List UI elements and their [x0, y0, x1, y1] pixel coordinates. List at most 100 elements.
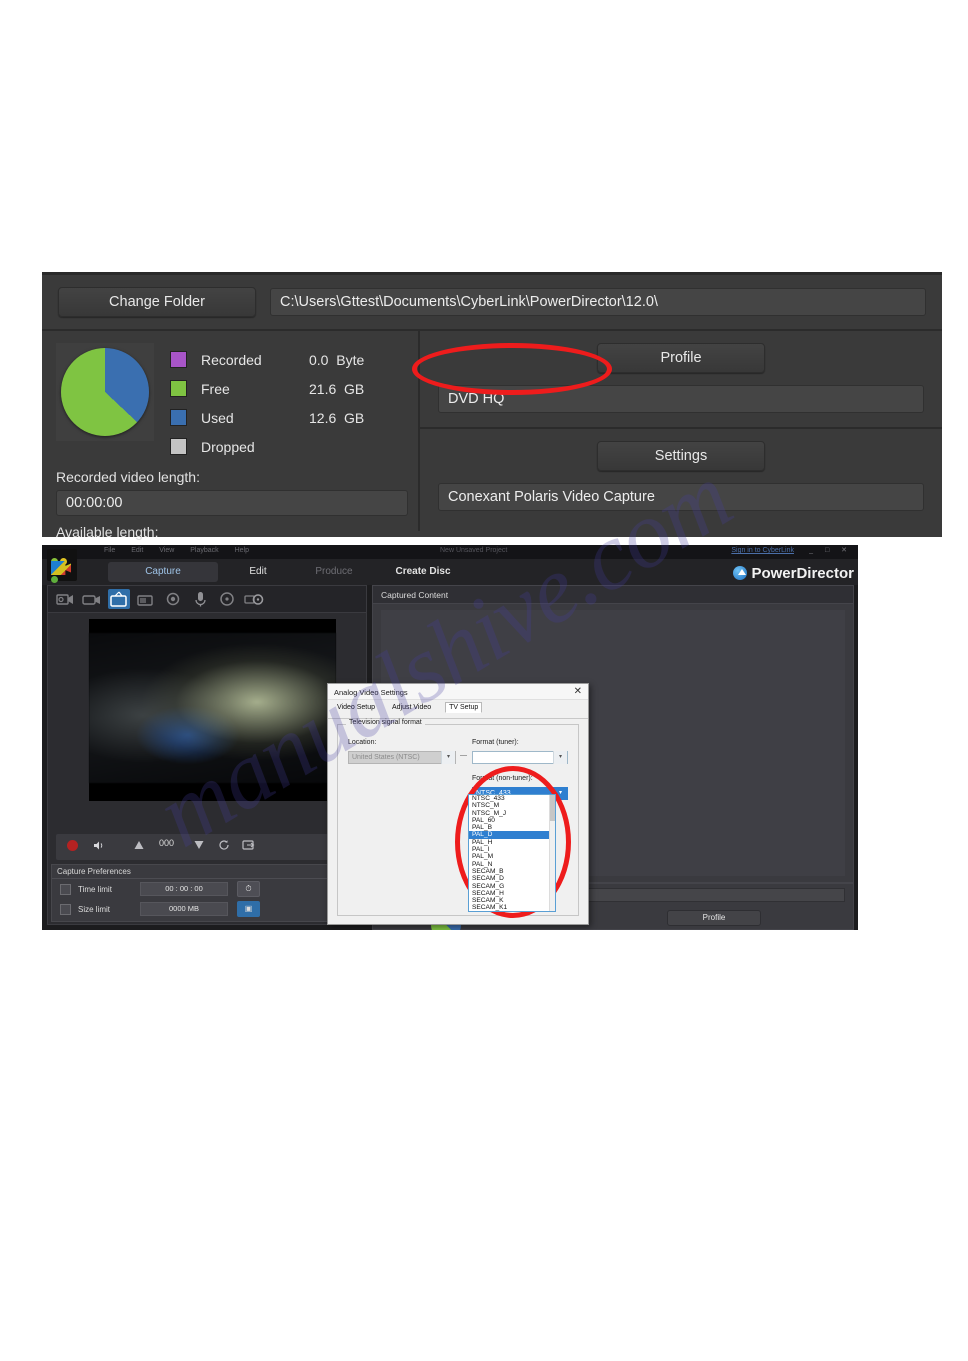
- profile-button[interactable]: Profile: [597, 343, 765, 373]
- location-combo: United States (NTSC) ▾: [348, 751, 456, 764]
- time-limit-label: Time limit: [78, 884, 112, 894]
- change-folder-button[interactable]: Change Folder: [58, 287, 256, 317]
- menu-bar[interactable]: File Edit View Playback Help: [104, 547, 263, 554]
- menu-file[interactable]: File: [104, 547, 115, 554]
- dropdown-option[interactable]: PAL_M: [469, 853, 555, 860]
- captured-content-title: Captured Content: [373, 586, 853, 604]
- legend-label-dropped: Dropped: [201, 438, 255, 455]
- brand-text: PowerDirector: [751, 565, 854, 582]
- eject-icon[interactable]: [242, 839, 256, 854]
- dropdown-option[interactable]: SECAM_G: [469, 883, 555, 890]
- dropdown-option[interactable]: NTSC_M_J: [469, 810, 555, 817]
- tab-tv-setup[interactable]: TV Setup: [445, 702, 483, 713]
- tab-adjust-video[interactable]: Adjust Video: [389, 703, 434, 712]
- storage-column: Recorded 0.0 Byte Free 21.6 GB Used 12.6…: [42, 331, 420, 540]
- capture-device-value[interactable]: Conexant Polaris Video Capture: [438, 483, 924, 511]
- dropdown-scroll-thumb[interactable]: [550, 795, 555, 821]
- dropdown-option[interactable]: SECAM_K1: [469, 904, 555, 911]
- main-nav-bar: Capture Edit Produce Create Disc PowerDi…: [42, 549, 858, 585]
- pref-row-time-limit: Time limit 00 : 00 : 00 ⏱: [52, 879, 364, 899]
- capture-preferences-title: Capture Preferences: [52, 865, 364, 879]
- dropdown-option[interactable]: PAL_H: [469, 839, 555, 846]
- recorded-length-value: 00:00:00: [56, 490, 408, 516]
- legend-value-used: 12.6 GB: [309, 409, 365, 426]
- dialog-title: Analog Video Settings ✕: [328, 684, 588, 700]
- dropdown-option[interactable]: PAL_N: [469, 861, 555, 868]
- down-triangle-icon[interactable]: [193, 839, 205, 854]
- menu-edit[interactable]: Edit: [131, 547, 143, 554]
- tab-create-disc[interactable]: Create Disc: [378, 562, 468, 582]
- window-controls[interactable]: _ □ ✕: [809, 546, 852, 554]
- dropdown-scrollbar[interactable]: [549, 795, 555, 911]
- dropdown-option-selected[interactable]: PAL_D: [469, 831, 555, 839]
- dv-camcorder-icon[interactable]: [54, 589, 76, 609]
- format-tuner-combo[interactable]: ▾: [472, 751, 568, 764]
- dropdown-option[interactable]: PAL_B: [469, 824, 555, 831]
- dialog-tabs: Video Setup Adjust Video TV Setup: [334, 702, 491, 718]
- digital-tv-icon[interactable]: [135, 589, 157, 609]
- storage-summary: Recorded 0.0 Byte Free 21.6 GB Used 12.6…: [56, 343, 418, 461]
- globe-icon: [733, 566, 748, 580]
- legend-value-free: 21.6 GB: [309, 380, 365, 397]
- tv-signal-icon[interactable]: [108, 589, 130, 609]
- dropdown-option[interactable]: PAL_I: [469, 846, 555, 853]
- location-label: Location:: [348, 739, 377, 746]
- menu-help[interactable]: Help: [235, 547, 249, 554]
- group-label: Television signal format: [346, 719, 425, 726]
- project-name: New Unsaved Project: [440, 547, 508, 554]
- size-limit-value[interactable]: 0000 MB: [140, 902, 228, 916]
- disk-usage-pie-chart: [56, 343, 154, 441]
- record-button[interactable]: [66, 839, 79, 855]
- dialog-title-text: Analog Video Settings: [334, 688, 408, 697]
- location-value: United States (NTSC): [352, 754, 420, 761]
- microphone-icon[interactable]: [189, 589, 211, 609]
- dropdown-option[interactable]: PAL_60: [469, 817, 555, 824]
- dropdown-option[interactable]: SECAM_H: [469, 890, 555, 897]
- time-limit-value[interactable]: 00 : 00 : 00: [140, 882, 228, 896]
- app-logo-icon: [47, 549, 77, 583]
- settings-button[interactable]: Settings: [597, 441, 765, 471]
- menu-playback[interactable]: Playback: [190, 547, 218, 554]
- panel-body: Recorded 0.0 Byte Free 21.6 GB Used 12.6…: [42, 331, 942, 540]
- tab-produce[interactable]: Produce: [298, 562, 370, 582]
- tab-capture[interactable]: Capture: [108, 562, 218, 582]
- brand-logo: PowerDirector: [733, 565, 854, 582]
- powerdirector-capture-window: File Edit View Playback Help New Unsaved…: [42, 545, 858, 930]
- dropdown-option[interactable]: NTSC_M: [469, 802, 555, 809]
- menu-view[interactable]: View: [159, 547, 174, 554]
- dash-separator: —: [460, 752, 467, 759]
- legend-swatch-recorded: [170, 351, 187, 368]
- clock-icon[interactable]: ⏱: [237, 881, 260, 897]
- legend-swatch-dropped: [170, 438, 187, 455]
- chevron-down-icon[interactable]: ▾: [553, 751, 567, 764]
- capture-folder-path[interactable]: C:\Users\Gttest\Documents\CyberLink\Powe…: [270, 288, 926, 316]
- time-limit-checkbox[interactable]: [60, 883, 71, 895]
- up-triangle-icon[interactable]: [133, 839, 145, 854]
- refresh-icon[interactable]: [218, 839, 230, 854]
- dropdown-option[interactable]: NTSC_433: [469, 795, 555, 802]
- camera-icon[interactable]: ▣: [237, 901, 260, 917]
- transport-controls: 000: [56, 834, 360, 860]
- hdv-camcorder-icon[interactable]: [81, 589, 103, 609]
- speaker-icon[interactable]: [92, 839, 105, 855]
- format-nontuner-dropdown-list[interactable]: NTSC_433 NTSC_M NTSC_M_J PAL_60 PAL_B PA…: [468, 794, 556, 912]
- legend-swatch-free: [170, 380, 187, 397]
- video-preview[interactable]: [89, 619, 336, 801]
- capture-settings-panel: Change Folder C:\Users\Gttest\Documents\…: [42, 272, 942, 540]
- dropdown-option[interactable]: SECAM_B: [469, 868, 555, 875]
- close-icon[interactable]: ✕: [574, 686, 582, 697]
- tab-edit[interactable]: Edit: [228, 562, 288, 582]
- bottom-profile-button[interactable]: Profile: [667, 910, 761, 926]
- cd-audio-icon[interactable]: [216, 589, 238, 609]
- tab-video-setup[interactable]: Video Setup: [334, 703, 378, 712]
- profile-column: Profile DVD HQ Settings Conexant Polaris…: [412, 331, 942, 531]
- legend-item: Dropped: [170, 432, 418, 461]
- account-link[interactable]: Sign in to CyberLink: [731, 547, 794, 554]
- dropdown-option[interactable]: SECAM_K: [469, 897, 555, 904]
- webcam-icon[interactable]: [162, 589, 184, 609]
- dropdown-option[interactable]: SECAM_D: [469, 875, 555, 882]
- size-limit-checkbox[interactable]: [60, 903, 71, 915]
- profile-value[interactable]: DVD HQ: [438, 385, 924, 413]
- dvd-icon[interactable]: [243, 589, 265, 609]
- pie-legend: Recorded 0.0 Byte Free 21.6 GB Used 12.6…: [170, 343, 418, 461]
